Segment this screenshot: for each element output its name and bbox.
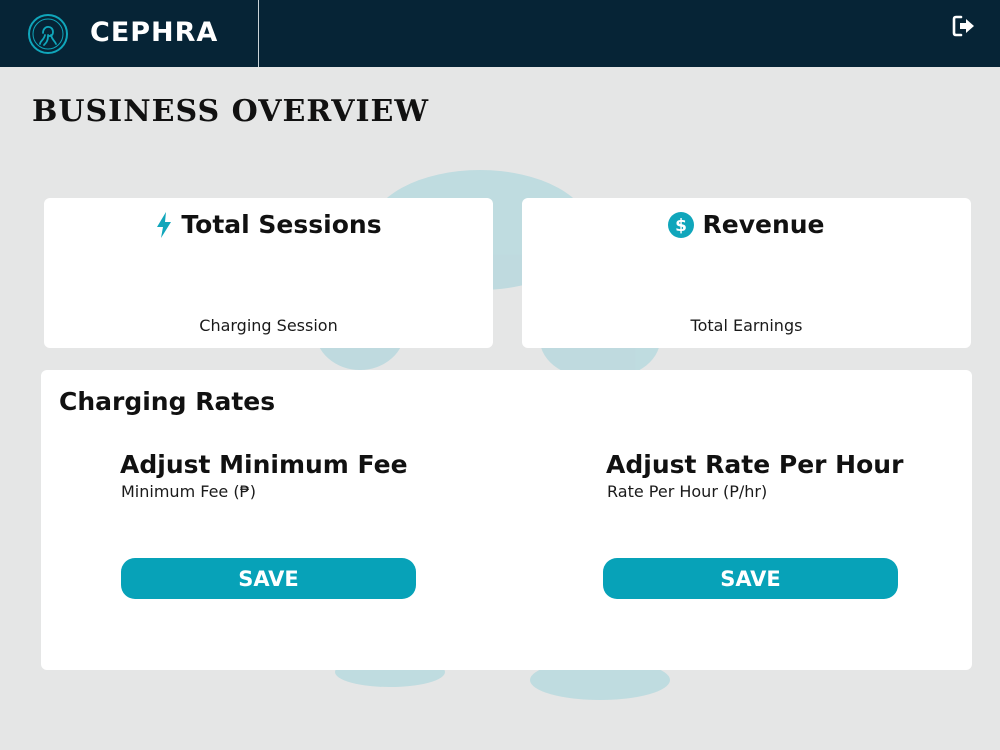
app-name: CEPHRA [90, 17, 219, 48]
dollar-icon: $ [668, 211, 695, 238]
logout-icon[interactable] [951, 13, 977, 39]
save-minimum-fee-button[interactable]: SAVE [121, 558, 416, 599]
page-title: BUSINESS OVERVIEW [32, 94, 430, 129]
card-title: Revenue [702, 210, 825, 239]
save-rate-per-hour-button[interactable]: SAVE [603, 558, 898, 599]
bolt-icon [157, 211, 172, 238]
card-subtitle: Charging Session [199, 316, 338, 335]
minimum-fee-label: Minimum Fee (₱) [121, 482, 256, 501]
header-divider [258, 0, 259, 67]
total-sessions-card: Total Sessions Charging Session [44, 198, 493, 348]
rate-per-hour-heading: Adjust Rate Per Hour [606, 450, 904, 479]
minimum-fee-heading: Adjust Minimum Fee [120, 450, 408, 479]
charging-rates-card: Charging Rates Adjust Minimum Fee Minimu… [41, 370, 972, 670]
svg-text:$: $ [676, 216, 688, 236]
top-navigation-bar: CEPHRA [0, 0, 1000, 67]
cephra-logo-icon [28, 14, 68, 54]
card-title: Total Sessions [181, 210, 382, 239]
section-title: Charging Rates [59, 387, 276, 416]
card-subtitle: Total Earnings [690, 316, 803, 335]
rate-per-hour-label: Rate Per Hour (P/hr) [607, 482, 768, 501]
revenue-card: $ Revenue Total Earnings [522, 198, 971, 348]
